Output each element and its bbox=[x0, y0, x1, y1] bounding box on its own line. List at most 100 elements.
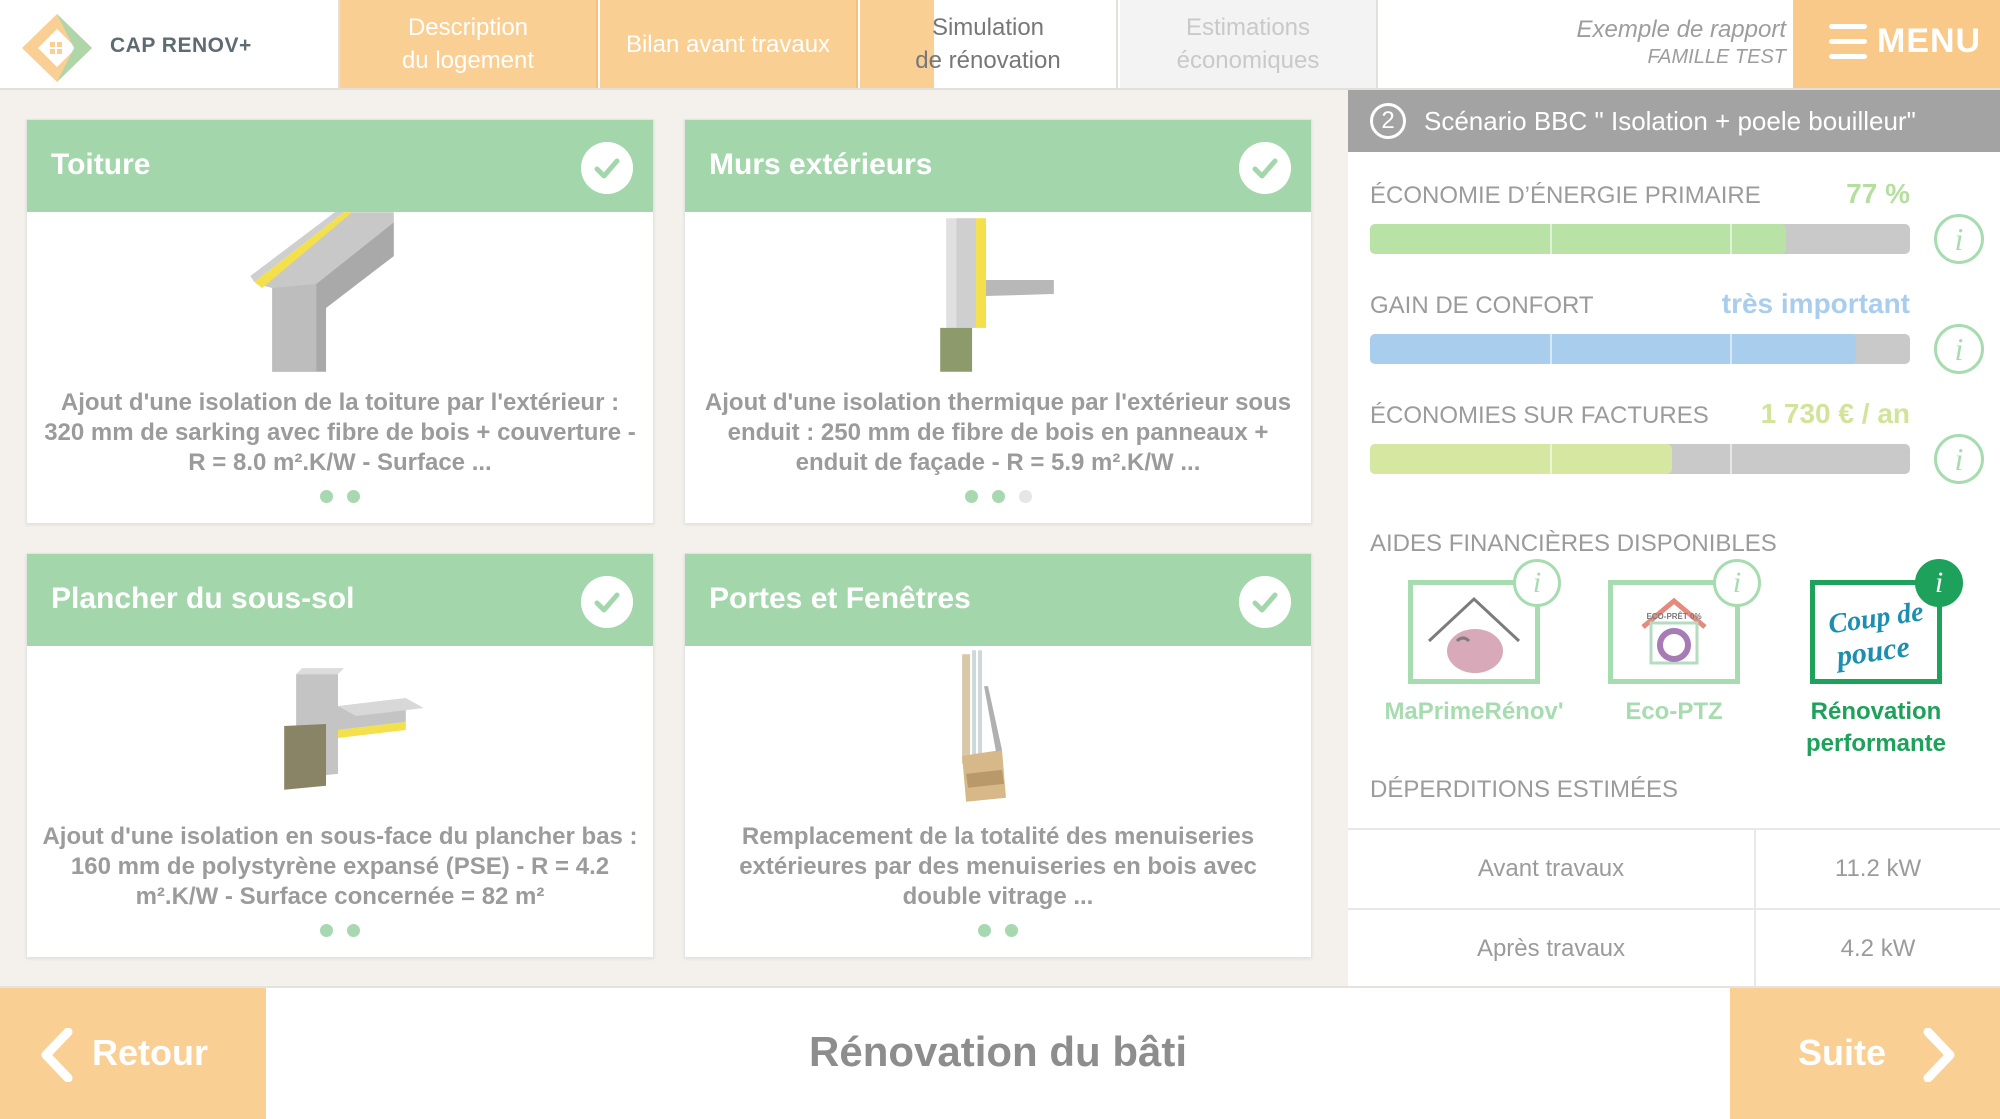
pager-dots[interactable] bbox=[27, 924, 653, 942]
pager-dot[interactable] bbox=[320, 924, 333, 937]
card-title: Murs extérieurs bbox=[709, 148, 933, 181]
card-title: Portes et Fenêtres bbox=[709, 582, 971, 615]
bar-fill bbox=[1370, 224, 1786, 254]
tab-description-logement[interactable]: Description du logement bbox=[340, 0, 598, 88]
energy-savings-bar bbox=[1370, 224, 1910, 254]
scenario-panel: 2 Scénario BBC " Isolation + poele bouil… bbox=[1348, 90, 2000, 990]
tab-label: Bilan avant travaux bbox=[625, 30, 831, 58]
table-cell-label: Après travaux bbox=[1348, 910, 1756, 990]
comfort-gain-bar bbox=[1370, 334, 1910, 364]
coup-de-pouce-logo: Coup de pouce bbox=[1826, 596, 1925, 673]
floor-insulation-illustration bbox=[284, 668, 424, 790]
tab-label: Simulation de rénovation bbox=[915, 14, 1061, 74]
tab-label: Estimations économiques bbox=[1176, 14, 1320, 74]
tab-simulation-renovation[interactable]: Simulation de rénovation bbox=[860, 0, 1118, 88]
card-title: Plancher du sous-sol bbox=[51, 582, 355, 615]
info-icon[interactable]: i bbox=[1934, 434, 1984, 484]
aide-coup-de-pouce[interactable]: Coup de pouce i Rénovation performante bbox=[1776, 559, 1976, 760]
report-title: Exemple de rapport bbox=[1576, 16, 1786, 43]
info-icon[interactable]: i bbox=[1934, 324, 1984, 374]
metric-label: GAIN DE CONFORT bbox=[1370, 292, 1594, 319]
scenario-title: Scénario BBC " Isolation + poele bouille… bbox=[1424, 106, 1916, 136]
metric-value: 1 730 € / an bbox=[1760, 398, 1910, 429]
info-icon[interactable]: i bbox=[1934, 214, 1984, 264]
bar-tick bbox=[1730, 334, 1732, 364]
aides-title: AIDES FINANCIÈRES DISPONIBLES bbox=[1370, 530, 1777, 557]
aide-maprimerenov[interactable]: i MaPrimeRénov' bbox=[1374, 559, 1574, 728]
house-logo-icon bbox=[22, 14, 92, 82]
tab-bilan-avant-travaux[interactable]: Bilan avant travaux bbox=[600, 0, 858, 88]
card-toiture[interactable]: Toiture Ajout d'une isolation de la toit… bbox=[26, 119, 654, 524]
metric-value: très important bbox=[1721, 288, 1910, 319]
card-description: Ajout d'une isolation de la toiture par … bbox=[44, 389, 636, 476]
bar-fill bbox=[1370, 444, 1673, 474]
back-label: Retour bbox=[92, 1032, 208, 1073]
card-header: Portes et Fenêtres bbox=[685, 554, 1311, 646]
card-header: Murs extérieurs bbox=[685, 120, 1311, 212]
table-row: Après travaux 4.2 kW bbox=[1348, 908, 2000, 990]
pager-dot[interactable] bbox=[964, 490, 978, 503]
card-description: Ajout d'une isolation en sous-face du pl… bbox=[42, 823, 638, 910]
next-button[interactable]: Suite bbox=[1730, 988, 2000, 1119]
table-cell-value: 4.2 kW bbox=[1840, 935, 1916, 962]
deperditions-title: DÉPERDITIONS ESTIMÉES bbox=[1370, 776, 1679, 803]
bar-tick bbox=[1730, 444, 1732, 474]
card-title: Toiture bbox=[51, 148, 151, 181]
info-icon[interactable]: i bbox=[1713, 559, 1761, 607]
pager-dots[interactable] bbox=[685, 490, 1311, 508]
back-button[interactable]: Retour bbox=[0, 988, 266, 1119]
bar-tick bbox=[1550, 444, 1552, 474]
pager-dots[interactable] bbox=[27, 490, 653, 508]
report-info: Exemple de rapport FAMILLE TEST bbox=[1400, 16, 1786, 69]
scenario-header[interactable]: 2 Scénario BBC " Isolation + poele bouil… bbox=[1348, 90, 2000, 152]
menu-label: MENU bbox=[1877, 22, 1982, 60]
aide-eco-ptz[interactable]: ECO-PRÊT 0% i Eco-PTZ bbox=[1574, 559, 1774, 728]
metric-value: 77 % bbox=[1846, 178, 1910, 209]
section-title: Rénovation du bâti bbox=[809, 1028, 1187, 1075]
bill-savings-bar bbox=[1370, 444, 1910, 474]
app-header: CAP RENOV+ Description du logement Bilan… bbox=[0, 0, 2000, 90]
table-cell-label: Avant travaux bbox=[1348, 830, 1756, 910]
card-murs-exterieurs[interactable]: Murs extérieurs Ajout d'une isolation th… bbox=[684, 119, 1312, 524]
pager-dot[interactable] bbox=[978, 924, 991, 937]
pager-dot[interactable] bbox=[320, 490, 333, 503]
aide-box[interactable]: i bbox=[1408, 559, 1561, 684]
app-name: CAP RENOV+ bbox=[110, 34, 252, 57]
aide-box[interactable]: ECO-PRÊT 0% i bbox=[1608, 559, 1761, 684]
card-description: Remplacement de la totalité des menuiser… bbox=[739, 823, 1257, 910]
aide-box[interactable]: Coup de pouce i bbox=[1810, 559, 1963, 684]
pager-dot[interactable] bbox=[1005, 924, 1018, 937]
window-frame-illustration bbox=[962, 650, 1006, 802]
hamburger-icon bbox=[1829, 22, 1867, 62]
tab-estimations-economiques[interactable]: Estimations économiques bbox=[1120, 0, 1378, 88]
bar-fill bbox=[1370, 334, 1856, 364]
check-icon[interactable] bbox=[1239, 576, 1291, 628]
pager-dot[interactable] bbox=[1018, 490, 1032, 503]
info-icon[interactable]: i bbox=[1915, 559, 1963, 607]
next-label: Suite bbox=[1798, 1032, 1887, 1073]
bar-tick bbox=[1550, 334, 1552, 364]
footer-bar: Retour Rénovation du bâti Suite bbox=[0, 986, 2000, 1119]
check-icon[interactable] bbox=[581, 576, 633, 628]
metric-label: ÉCONOMIE D’ÉNERGIE PRIMAIRE bbox=[1370, 182, 1761, 209]
aide-label: MaPrimeRénov' bbox=[1384, 698, 1564, 725]
aide-label: Eco-PTZ bbox=[1625, 698, 1723, 725]
card-plancher-sous-sol[interactable]: Plancher du sous-sol Ajout d'une isolati… bbox=[26, 553, 654, 958]
card-portes-fenetres[interactable]: Portes et Fenêtres Remplacement de la to… bbox=[684, 553, 1312, 958]
card-header: Toiture bbox=[27, 120, 653, 212]
menu-button[interactable]: MENU bbox=[1793, 0, 2000, 88]
bar-tick bbox=[1550, 224, 1552, 254]
report-family: FAMILLE TEST bbox=[1647, 46, 1786, 68]
app-logo[interactable]: CAP RENOV+ bbox=[10, 6, 340, 84]
chevron-left-icon bbox=[41, 1028, 73, 1082]
check-icon[interactable] bbox=[1239, 142, 1291, 194]
pager-dots[interactable] bbox=[685, 924, 1311, 942]
eco-ptz-logo-text: ECO-PRÊT 0% bbox=[1646, 612, 1701, 621]
table-row: Avant travaux 11.2 kW bbox=[1348, 828, 2000, 910]
check-icon[interactable] bbox=[581, 142, 633, 194]
pager-dot[interactable] bbox=[347, 924, 360, 937]
pager-dot[interactable] bbox=[991, 490, 1005, 503]
wall-insulation-illustration bbox=[940, 218, 1054, 372]
info-icon[interactable]: i bbox=[1513, 559, 1561, 607]
pager-dot[interactable] bbox=[347, 490, 360, 503]
